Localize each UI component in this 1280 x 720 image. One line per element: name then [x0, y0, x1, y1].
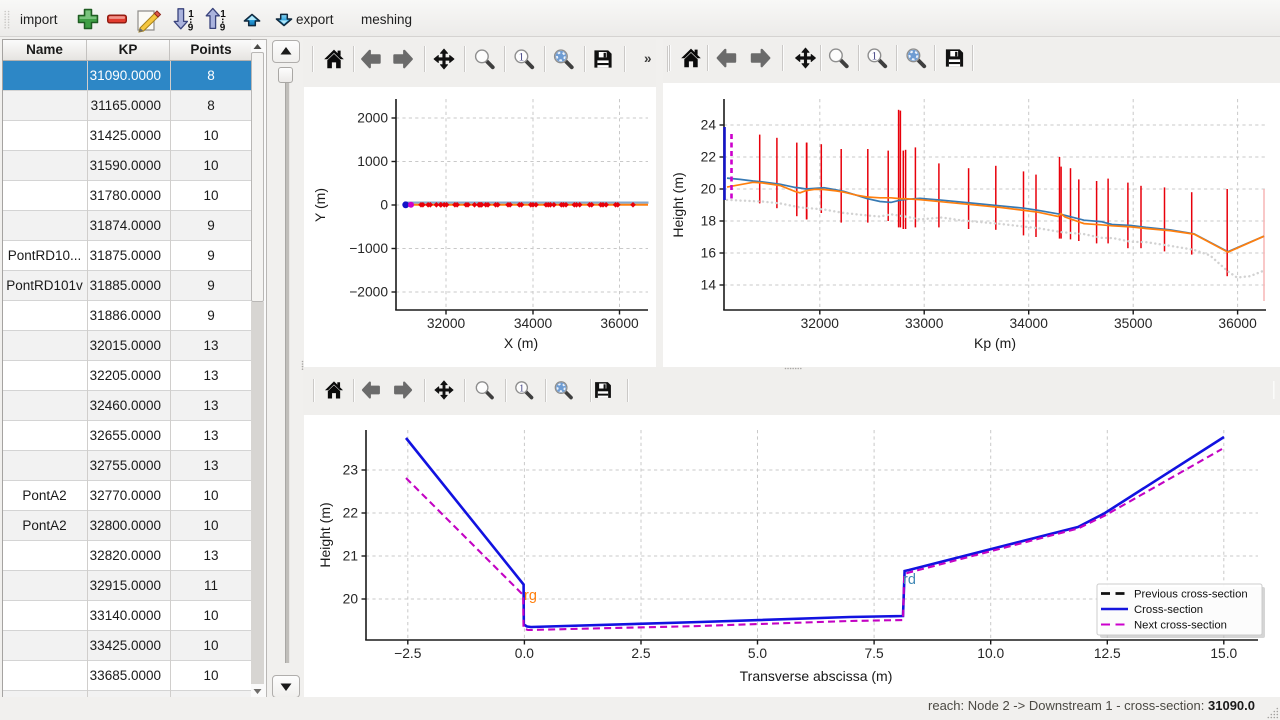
svg-text:20: 20	[701, 182, 717, 197]
svg-text:1: 1	[872, 50, 878, 62]
svg-text:12.5: 12.5	[1094, 646, 1121, 661]
svg-text:1: 1	[519, 383, 524, 394]
svg-text:5.0: 5.0	[748, 646, 768, 661]
svg-text:32000: 32000	[427, 316, 466, 331]
svg-text:22: 22	[701, 150, 716, 165]
svg-text:−2000: −2000	[349, 285, 388, 300]
svg-text:9: 9	[220, 23, 226, 34]
svg-text:10.0: 10.0	[977, 646, 1004, 661]
svg-text:36000: 36000	[1218, 316, 1257, 331]
svg-text:34000: 34000	[1010, 316, 1049, 331]
svg-text:34000: 34000	[514, 316, 553, 331]
svg-text:Cross-section: Cross-section	[1134, 604, 1203, 616]
svg-text:1: 1	[188, 9, 194, 20]
svg-text:Y (m): Y (m)	[312, 188, 328, 222]
svg-text:33000: 33000	[905, 316, 944, 331]
svg-text:2.5: 2.5	[631, 646, 651, 661]
svg-text:Previous cross-section: Previous cross-section	[1134, 589, 1248, 601]
svg-text:16: 16	[701, 246, 717, 261]
svg-text:−2.5: −2.5	[394, 646, 422, 661]
svg-text:14: 14	[701, 278, 717, 293]
svg-text:21: 21	[343, 549, 358, 564]
svg-text:23: 23	[343, 463, 359, 478]
svg-text:32000: 32000	[801, 316, 840, 331]
svg-text:36000: 36000	[600, 316, 639, 331]
svg-text:X (m): X (m)	[504, 335, 538, 351]
svg-text:rg: rg	[524, 588, 537, 604]
svg-text:1000: 1000	[357, 154, 388, 169]
svg-text:Height (m): Height (m)	[317, 502, 333, 567]
svg-text:2000: 2000	[357, 111, 388, 126]
svg-text:15.0: 15.0	[1210, 646, 1237, 661]
svg-text:20: 20	[343, 592, 359, 607]
svg-text:Next cross-section: Next cross-section	[1134, 620, 1227, 632]
svg-text:0.0: 0.0	[515, 646, 535, 661]
svg-text:22: 22	[343, 506, 358, 521]
svg-text:Kp (m): Kp (m)	[974, 335, 1016, 351]
svg-text:−1000: −1000	[349, 241, 388, 256]
svg-text:1: 1	[519, 51, 525, 63]
svg-text:35000: 35000	[1114, 316, 1153, 331]
svg-text:1: 1	[220, 9, 226, 20]
svg-text:24: 24	[701, 118, 717, 133]
svg-text:9: 9	[188, 23, 194, 34]
svg-text:0: 0	[380, 198, 388, 213]
svg-text:Height (m): Height (m)	[670, 172, 686, 237]
svg-text:18: 18	[701, 214, 717, 229]
svg-text:rd: rd	[903, 572, 916, 588]
svg-text:Transverse abscissa (m): Transverse abscissa (m)	[740, 668, 893, 684]
svg-text:7.5: 7.5	[865, 646, 885, 661]
